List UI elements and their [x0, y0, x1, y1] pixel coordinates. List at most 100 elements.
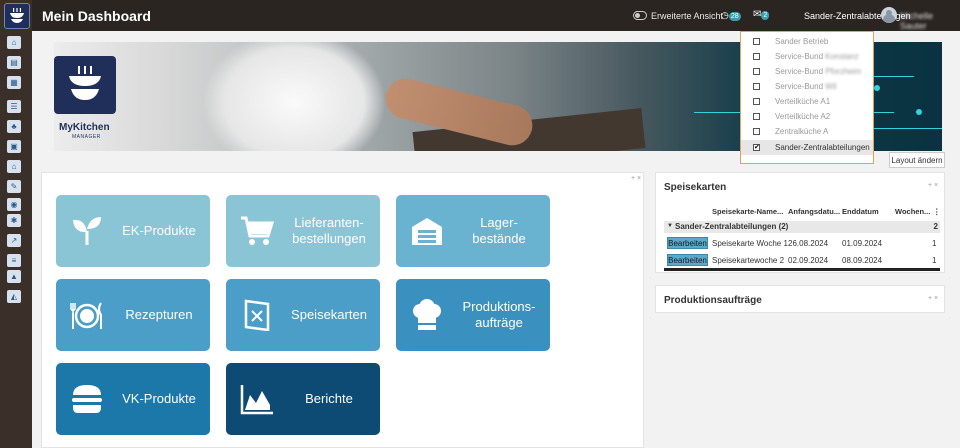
- menu-card-icon: [244, 299, 270, 331]
- checkbox[interactable]: [753, 83, 760, 90]
- tile-label: Produktions- aufträge: [462, 299, 536, 330]
- user-name[interactable]: Michelle Sauter: [900, 11, 960, 31]
- start-date: 26.08.2024: [788, 239, 829, 248]
- tile-lieferantenbestellungen[interactable]: Lieferanten- bestellungen: [226, 195, 380, 267]
- edit-button[interactable]: Bearbeiten: [667, 254, 708, 266]
- speisekarten-panel: Speisekarten + × Speisekarte-Name... Anf…: [655, 172, 945, 273]
- tile-rezepturen[interactable]: Rezepturen: [56, 279, 210, 351]
- item-label: Verteilküche A1: [775, 97, 831, 106]
- chef-hat-icon: [413, 299, 441, 330]
- chef-image: [204, 42, 384, 151]
- sidebar-settings-icon[interactable]: ✱: [7, 214, 21, 227]
- column-header[interactable]: Enddatum: [842, 207, 879, 216]
- end-date: 08.09.2024: [842, 256, 883, 265]
- item-label: Zentralküche A: [775, 127, 829, 136]
- produktion-panel: Produktionsaufträge + ×: [655, 285, 945, 313]
- avatar[interactable]: [881, 7, 897, 23]
- tile-label: Lieferanten- bestellungen: [292, 215, 366, 246]
- table-scrollbar[interactable]: [664, 268, 940, 271]
- tile-label: Berichte: [305, 391, 353, 406]
- panel-title: Speisekarten: [664, 182, 727, 193]
- end-date: 01.09.2024: [842, 239, 883, 248]
- sidebar-sprout-icon[interactable]: ♣: [7, 120, 21, 133]
- edit-button[interactable]: Bearbeiten: [667, 237, 708, 249]
- column-header[interactable]: Speisekarte-Name...: [712, 207, 783, 216]
- chat-button[interactable]: ✉ 2: [753, 9, 770, 20]
- dropdown-item[interactable]: Zentralküche A: [741, 124, 873, 139]
- tiles-panel: + × EK-Produkte Lieferanten- bestellunge…: [41, 172, 644, 448]
- tile-label: Lager- bestände: [472, 215, 526, 246]
- tile-vk-produkte[interactable]: VK-Produkte: [56, 363, 210, 435]
- sprout-icon: [73, 217, 101, 245]
- sidebar-tools-icon[interactable]: ✎: [7, 180, 21, 193]
- item-label: Service-Bund Pforzheim: [775, 67, 862, 76]
- sidebar-grid-icon[interactable]: ▦: [7, 76, 21, 89]
- plate-cutlery-icon: [70, 302, 102, 329]
- sidebar-chart-icon[interactable]: ↗: [7, 234, 21, 247]
- warehouse-icon: [412, 218, 442, 245]
- circuit-dot: [874, 85, 880, 91]
- start-date: 02.09.2024: [788, 256, 829, 265]
- checkbox[interactable]: [753, 38, 760, 45]
- panel-controls[interactable]: + ×: [631, 175, 641, 182]
- department-dropdown: Sander Betrieb Service-Bund Konstanz Ser…: [740, 31, 874, 164]
- tile-ek-produkte[interactable]: EK-Produkte: [56, 195, 210, 267]
- chat-icon: ✉: [753, 9, 762, 20]
- dropdown-item-selected[interactable]: ✔ Sander-Zentralabteilungen: [741, 140, 873, 155]
- tile-label: EK-Produkte: [122, 223, 196, 238]
- sidebar-burger-icon[interactable]: ≡: [7, 254, 21, 267]
- sidebar-user-icon[interactable]: ▲: [7, 270, 21, 283]
- chat-badge: 2: [761, 11, 770, 20]
- checkbox[interactable]: [753, 128, 760, 135]
- column-menu-icon[interactable]: ⋮: [933, 207, 941, 216]
- dropdown-item[interactable]: Service-Bund Pforzheim: [741, 64, 873, 79]
- column-header[interactable]: Wochen...: [895, 207, 930, 216]
- panel-title: Produktionsaufträge: [664, 295, 762, 306]
- group-row[interactable]: ▼ Sander-Zentralabteilungen (2) 2: [664, 221, 940, 233]
- checkbox[interactable]: [753, 98, 760, 105]
- dropdown-item[interactable]: Verteilküche A1: [741, 94, 873, 109]
- panel-controls[interactable]: + ×: [928, 182, 938, 189]
- checkbox[interactable]: [753, 68, 760, 75]
- burger-icon: [72, 385, 102, 413]
- sidebar-calendar-icon[interactable]: ▤: [7, 56, 21, 69]
- sidebar-plate-icon[interactable]: ◉: [7, 198, 21, 211]
- checkbox-checked[interactable]: ✔: [753, 144, 760, 151]
- area-chart-icon: [240, 385, 273, 415]
- page-title: Mein Dashboard: [42, 8, 151, 24]
- dropdown-item[interactable]: Service-Bund Konstanz: [741, 49, 873, 64]
- tile-lagerbestaende[interactable]: Lager- bestände: [396, 195, 550, 267]
- dropdown-item[interactable]: Verteilküche A2: [741, 109, 873, 124]
- sidebar-report-icon[interactable]: ◭: [7, 290, 21, 303]
- brand-name: MyKitchen: [59, 122, 110, 133]
- menu-name: Speisekartewoche 2: [712, 256, 785, 265]
- expand-caret-icon[interactable]: ▼: [667, 223, 673, 229]
- extended-view-toggle[interactable]: [633, 11, 647, 20]
- clock-button[interactable]: ◷ 28: [721, 10, 741, 21]
- dropdown-item[interactable]: Service-Bund Wil: [741, 79, 873, 94]
- group-label: Sander-Zentralabteilungen (2): [675, 222, 789, 231]
- change-layout-button[interactable]: Layout ändern: [889, 152, 945, 168]
- left-sidebar: ⌂ ▤ ▦ ☰ ♣ ▣ ⌂ ✎ ◉ ✱ ↗ ≡ ▲ ◭: [0, 0, 32, 448]
- sidebar-warehouse-icon[interactable]: ⌂: [7, 160, 21, 173]
- sidebar-home-icon[interactable]: ⌂: [7, 36, 21, 49]
- dropdown-item[interactable]: Sander Betrieb: [741, 34, 873, 49]
- clock-badge: 28: [728, 12, 741, 21]
- weeks-count: 1: [932, 239, 937, 248]
- tile-label: Speisekarten: [291, 307, 367, 322]
- tile-label: VK-Produkte: [122, 391, 196, 406]
- column-header[interactable]: Anfangsdatu...: [788, 207, 840, 216]
- sidebar-cart-icon[interactable]: ▣: [7, 140, 21, 153]
- tile-berichte[interactable]: Berichte: [226, 363, 380, 435]
- app-logo[interactable]: [4, 3, 30, 29]
- top-bar: Mein Dashboard Erweiterte Ansicht ◷ 28 ✉ 2…: [32, 0, 960, 31]
- tile-produktionsauftraege[interactable]: Produktions- aufträge: [396, 279, 550, 351]
- checkbox[interactable]: [753, 113, 760, 120]
- checkbox[interactable]: [753, 53, 760, 60]
- item-label: Sander Betrieb: [775, 37, 829, 46]
- sidebar-list-icon[interactable]: ☰: [7, 100, 21, 113]
- panel-controls[interactable]: + ×: [928, 295, 938, 302]
- tile-speisekarten[interactable]: Speisekarten: [226, 279, 380, 351]
- tile-label: Rezepturen: [125, 307, 193, 322]
- mykitchen-logo: [54, 56, 116, 114]
